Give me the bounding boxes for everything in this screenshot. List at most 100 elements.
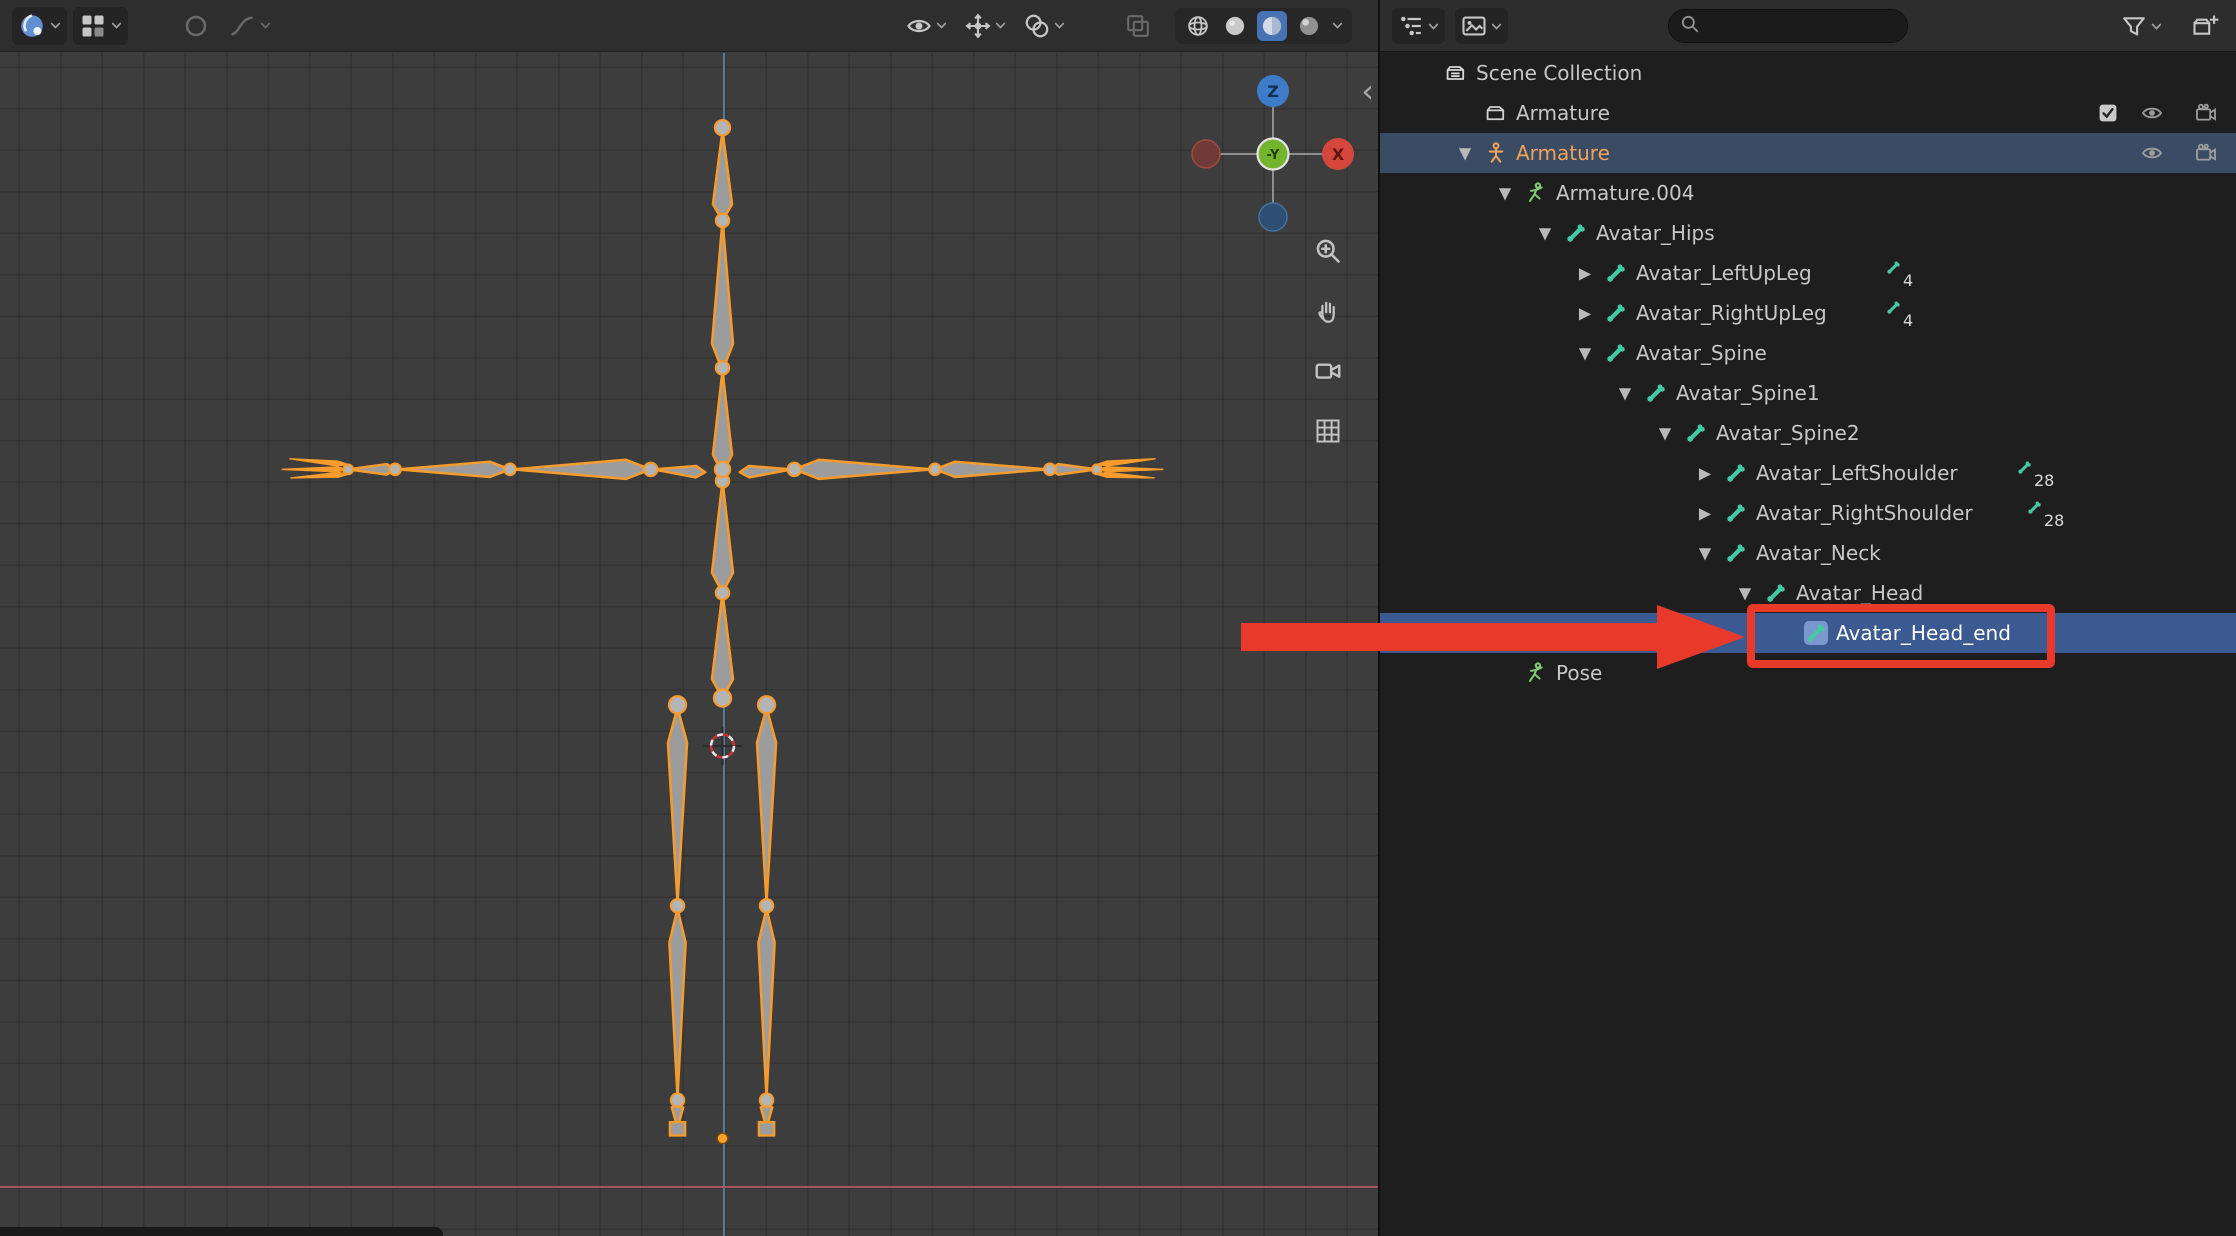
outliner-row-armature[interactable]: Armature bbox=[1380, 93, 2236, 133]
blender-window: Z X -Y ‹ Scene CollectionArmature▼Armatu… bbox=[0, 0, 2236, 1236]
bone-icon bbox=[1885, 259, 1902, 280]
outliner-item-label: Armature.004 bbox=[1556, 173, 1694, 213]
outliner-header-left bbox=[1392, 0, 1508, 52]
expand-toggle[interactable]: ▼ bbox=[1614, 384, 1636, 403]
armature-skeleton[interactable] bbox=[0, 53, 1378, 1236]
scene-collection-icon bbox=[1444, 61, 1468, 85]
bone-count: 4 bbox=[1903, 311, 1913, 330]
chevron-down-icon bbox=[1427, 20, 1440, 33]
proportional-editing-toggle[interactable] bbox=[176, 7, 216, 45]
outliner-row-scene-collection[interactable]: Scene Collection bbox=[1380, 53, 2236, 93]
expand-toggle[interactable]: ▼ bbox=[1734, 584, 1756, 603]
outliner-panel: Scene CollectionArmature▼Armature▼Armatu… bbox=[1378, 0, 2236, 1236]
shading-rendered-button[interactable] bbox=[1294, 11, 1324, 41]
expand-toggle[interactable]: ▼ bbox=[1694, 544, 1716, 563]
sphere-wire-icon bbox=[1185, 13, 1211, 39]
outliner-row-armature-004[interactable]: ▼ Armature.004 bbox=[1380, 173, 2236, 213]
outliner-row-avatar-spine2[interactable]: ▼Avatar_Spine2 bbox=[1380, 413, 2236, 453]
expand-toggle[interactable]: ▶ bbox=[1694, 504, 1716, 523]
sphere-solid-icon bbox=[1222, 13, 1248, 39]
zoom-icon bbox=[1313, 236, 1343, 270]
outliner-item-label: Avatar_Spine1 bbox=[1676, 373, 1820, 413]
xray-toggle[interactable] bbox=[1119, 8, 1157, 44]
gizmos-dropdown[interactable] bbox=[959, 8, 1012, 44]
disable-in-renders-camera-icon[interactable] bbox=[2194, 141, 2218, 165]
hand-icon bbox=[1313, 296, 1343, 330]
outliner-row-avatar-head-end[interactable]: Avatar_Head_end bbox=[1380, 613, 2236, 653]
bone-icon bbox=[1564, 221, 1588, 245]
display-mode-icon bbox=[1460, 12, 1488, 40]
display-mode-button[interactable] bbox=[1455, 8, 1508, 44]
outliner-item-label: Avatar_RightShoulder bbox=[1756, 493, 1973, 533]
outliner-row-avatar-spine1[interactable]: ▼ Avatar_Spine1 bbox=[1380, 373, 2236, 413]
outliner-row-avatar-rightupleg[interactable]: ▶Avatar_RightUpLeg4 bbox=[1380, 293, 2236, 333]
camera-movie-icon bbox=[1313, 356, 1343, 390]
search-input[interactable] bbox=[1707, 15, 1887, 37]
chevron-down-icon bbox=[935, 19, 948, 32]
expand-toggle[interactable]: ▼ bbox=[1454, 144, 1476, 163]
expand-toggle[interactable]: ▶ bbox=[1574, 304, 1596, 323]
expand-toggle[interactable]: ▼ bbox=[1574, 344, 1596, 363]
shading-material-button[interactable] bbox=[1257, 11, 1287, 41]
viewport-nav-buttons bbox=[1306, 231, 1350, 455]
viewport-canvas[interactable]: Z X -Y ‹ bbox=[0, 53, 1378, 1236]
svg-text:X: X bbox=[1332, 145, 1345, 164]
chevron-down-icon bbox=[259, 19, 272, 32]
editor-type-button[interactable] bbox=[1392, 8, 1445, 44]
mode-selector-button[interactable] bbox=[73, 7, 128, 45]
outliner-row-avatar-rightshoulder[interactable]: ▶Avatar_RightShoulder28 bbox=[1380, 493, 2236, 533]
chevron-down-icon bbox=[1053, 19, 1066, 32]
outliner-item-label: Armature bbox=[1516, 133, 1610, 173]
viewport-header bbox=[0, 0, 1378, 52]
grid-view-button[interactable] bbox=[1306, 411, 1350, 455]
shading-wireframe-button[interactable] bbox=[1183, 11, 1213, 41]
bone-icon bbox=[2026, 499, 2043, 520]
proportional-falloff-dropdown[interactable] bbox=[222, 7, 277, 45]
expand-toggle[interactable]: ▶ bbox=[1694, 464, 1716, 483]
outliner-row-pose[interactable]: Pose bbox=[1380, 653, 2236, 693]
armature-object-icon bbox=[1484, 141, 1508, 165]
expand-toggle[interactable]: ▶ bbox=[1574, 264, 1596, 283]
outliner-row-avatar-leftupleg[interactable]: ▶Avatar_LeftUpLeg4 bbox=[1380, 253, 2236, 293]
outliner-row-avatar-leftshoulder[interactable]: ▶Avatar_LeftShoulder28 bbox=[1380, 453, 2236, 493]
hide-in-viewport-eye-icon[interactable] bbox=[2140, 101, 2164, 125]
child-bone-count-badge: 4 bbox=[1885, 299, 1913, 330]
search-box[interactable] bbox=[1668, 9, 1908, 43]
object-visibility-dropdown[interactable] bbox=[900, 8, 953, 44]
expand-toggle[interactable]: ▼ bbox=[1494, 184, 1516, 203]
exclude-checkbox[interactable] bbox=[2096, 101, 2120, 125]
camera-view-button[interactable] bbox=[1306, 351, 1350, 395]
outliner-row-avatar-neck[interactable]: ▼Avatar_Neck bbox=[1380, 533, 2236, 573]
armature-data-icon bbox=[1524, 181, 1548, 205]
hide-in-viewport-eye-icon[interactable] bbox=[2140, 141, 2164, 165]
new-collection-button[interactable] bbox=[2186, 8, 2224, 44]
bone-icon bbox=[1804, 621, 1828, 645]
outliner-row-armature[interactable]: ▼ Armature bbox=[1380, 133, 2236, 173]
pose-icon bbox=[1524, 661, 1548, 685]
editor-outliner-icon bbox=[1397, 12, 1425, 40]
editor-type-button[interactable] bbox=[12, 7, 67, 45]
expand-toggle[interactable]: ▼ bbox=[1654, 424, 1676, 443]
chevron-down-icon bbox=[1331, 19, 1344, 32]
expand-toggle[interactable]: ▼ bbox=[1534, 224, 1556, 243]
bone-count: 28 bbox=[2034, 471, 2054, 490]
xray-icon bbox=[1124, 12, 1152, 40]
bone-icon bbox=[1684, 421, 1708, 445]
shading-solid-button[interactable] bbox=[1220, 11, 1250, 41]
overlays-icon bbox=[1023, 12, 1051, 40]
outliner-row-avatar-spine[interactable]: ▼Avatar_Spine bbox=[1380, 333, 2236, 373]
child-bone-count-badge: 4 bbox=[1885, 259, 1913, 290]
navigation-gizmo[interactable]: Z X -Y bbox=[1188, 69, 1358, 239]
zoom-button[interactable] bbox=[1306, 231, 1350, 275]
pan-button[interactable] bbox=[1306, 291, 1350, 335]
outliner-row-avatar-hips[interactable]: ▼Avatar_Hips bbox=[1380, 213, 2236, 253]
collapse-panel-icon[interactable]: ‹ bbox=[1361, 75, 1374, 107]
disable-in-renders-camera-icon[interactable] bbox=[2194, 101, 2218, 125]
object-origin-dot bbox=[717, 1133, 728, 1144]
outliner-row-avatar-head[interactable]: ▼Avatar_Head bbox=[1380, 573, 2236, 613]
chevron-down-icon bbox=[2150, 20, 2163, 33]
overlays-dropdown[interactable] bbox=[1018, 8, 1071, 44]
filter-button[interactable] bbox=[2115, 8, 2168, 44]
bone-icon bbox=[1724, 541, 1748, 565]
collection-icon bbox=[1484, 101, 1508, 125]
